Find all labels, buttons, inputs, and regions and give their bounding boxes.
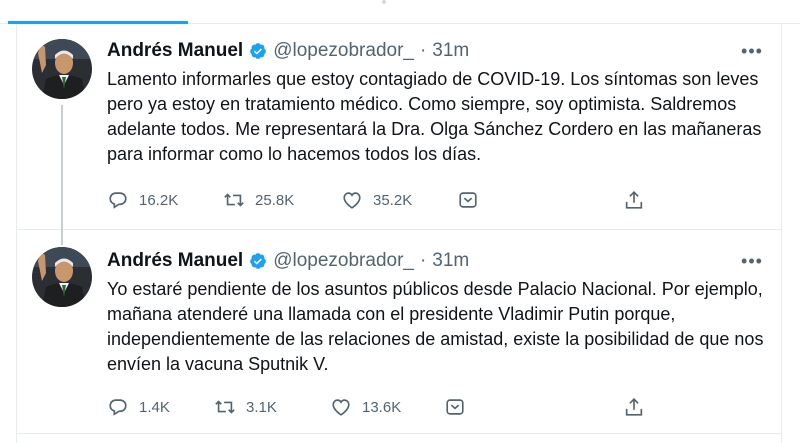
author-name[interactable]: Andrés Manuel <box>107 250 243 272</box>
retweet-button[interactable]: 25.8K <box>223 189 294 211</box>
author-handle[interactable]: @lopezobrador_ <box>273 40 414 62</box>
like-icon <box>330 396 352 418</box>
tweet-text: Lamento informarles que estoy contagiado… <box>107 69 762 164</box>
author-handle[interactable]: @lopezobrador_ <box>273 250 414 272</box>
share-button[interactable] <box>623 189 645 211</box>
reply-count: 16.2K <box>139 191 179 209</box>
tweet-timestamp[interactable]: 31m <box>432 250 469 272</box>
retweet-button[interactable]: 3.1K <box>214 396 277 418</box>
tab-marker <box>382 0 386 4</box>
like-count: 35.2K <box>373 191 413 209</box>
tweet-actions: 1.4K 3.1K 13.6K <box>107 394 667 420</box>
retweet-icon <box>214 396 236 418</box>
share-button[interactable] <box>623 396 645 418</box>
direct-message-icon <box>444 396 466 418</box>
like-button[interactable]: 13.6K <box>330 396 401 418</box>
active-tab-indicator <box>8 21 188 24</box>
retweet-icon <box>223 189 245 211</box>
tweet-actions: 16.2K 25.8K 35.2K <box>107 187 667 213</box>
tweet-header: Andrés Manuel @lopezobrador_ · 31m ••• <box>107 249 770 273</box>
tweet[interactable]: Andrés Manuel @lopezobrador_ · 31m ••• Y… <box>17 231 782 434</box>
verified-badge-icon <box>249 42 267 60</box>
reply-icon <box>107 396 129 418</box>
author-name[interactable]: Andrés Manuel <box>107 40 243 62</box>
avatar[interactable] <box>32 39 92 99</box>
reply-icon <box>107 189 129 211</box>
tweet-header: Andrés Manuel @lopezobrador_ · 31m ••• <box>107 39 770 63</box>
more-options-icon[interactable]: ••• <box>738 39 766 63</box>
tweet-timestamp[interactable]: 31m <box>432 40 469 62</box>
reply-button[interactable]: 1.4K <box>107 396 170 418</box>
like-icon <box>341 189 363 211</box>
more-options-icon[interactable]: ••• <box>738 249 766 273</box>
direct-message-button[interactable] <box>457 189 479 211</box>
share-icon <box>623 189 645 211</box>
share-icon <box>623 396 645 418</box>
direct-message-icon <box>457 189 479 211</box>
direct-message-button[interactable] <box>444 396 466 418</box>
avatar[interactable] <box>32 247 92 307</box>
retweet-count: 25.8K <box>255 191 295 209</box>
reply-button[interactable]: 16.2K <box>107 189 178 211</box>
verified-badge-icon <box>249 252 267 270</box>
tweet[interactable]: Andrés Manuel @lopezobrador_ · 31m ••• L… <box>17 25 782 245</box>
tab-bar <box>0 0 800 24</box>
tweet-text: Yo estaré pendiente de los asuntos públi… <box>107 279 764 374</box>
like-button[interactable]: 35.2K <box>341 189 412 211</box>
retweet-count: 3.1K <box>246 398 277 416</box>
like-count: 13.6K <box>362 398 402 416</box>
reply-count: 1.4K <box>139 398 170 416</box>
header-separator: · <box>419 250 427 271</box>
header-separator: · <box>419 40 427 61</box>
thread-connector <box>61 105 63 245</box>
